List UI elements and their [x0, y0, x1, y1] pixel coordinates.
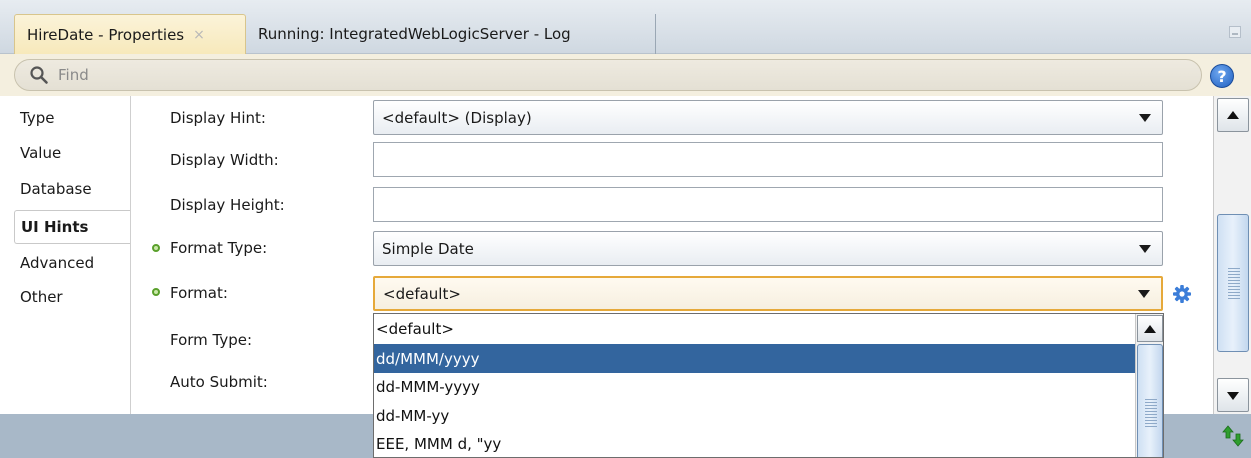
format-type-select[interactable]: Simple Date [373, 231, 1163, 266]
format-value: <default> [383, 284, 461, 303]
display-height-label: Display Height: [170, 196, 285, 214]
dropdown-scroll-thumb[interactable] [1137, 344, 1163, 457]
dropdown-option[interactable]: EEE, MMM d, "yy [374, 429, 1136, 457]
display-width-label: Display Width: [170, 151, 279, 169]
sync-arrows-icon[interactable] [1221, 424, 1245, 448]
chevron-down-icon[interactable] [1139, 113, 1151, 122]
display-hint-select[interactable]: <default> (Display) [373, 100, 1163, 135]
tab-label: Running: IntegratedWebLogicServer - Log [258, 25, 571, 43]
category-value[interactable]: Value [8, 136, 61, 170]
modified-indicator-icon [152, 288, 160, 296]
display-width-field[interactable] [373, 142, 1163, 177]
find-bar: Find ? [0, 54, 1251, 96]
chevron-down-icon[interactable] [1139, 244, 1151, 253]
display-hint-label: Display Hint: [170, 109, 266, 127]
find-placeholder: Find [58, 66, 89, 84]
form-type-label: Form Type: [170, 331, 253, 349]
find-input[interactable]: Find [14, 59, 1202, 91]
chevron-down-icon[interactable] [1138, 289, 1150, 298]
search-icon [30, 66, 48, 84]
tab-close-icon[interactable]: × [193, 27, 205, 43]
auto-submit-label: Auto Submit: [170, 373, 268, 391]
properties-scrollbar[interactable] [1213, 96, 1251, 414]
category-other[interactable]: Other [8, 280, 63, 314]
category-database[interactable]: Database [8, 172, 92, 206]
tab-hiredate-properties[interactable]: HireDate - Properties × [14, 14, 246, 54]
format-type-value: Simple Date [382, 239, 474, 258]
category-list: Type Value Database UI Hints Advanced Ot… [0, 96, 130, 414]
category-ui-hints[interactable]: UI Hints [14, 210, 130, 244]
display-hint-value: <default> (Display) [382, 108, 532, 127]
scroll-up-button[interactable] [1217, 98, 1249, 132]
modified-indicator-icon [152, 244, 160, 252]
scroll-down-button[interactable] [1217, 378, 1249, 412]
category-advanced[interactable]: Advanced [8, 246, 94, 280]
dropdown-option-selected[interactable]: dd/MMM/yyyy [374, 344, 1136, 373]
scroll-thumb[interactable] [1217, 214, 1249, 352]
format-combobox[interactable]: <default> [373, 276, 1163, 311]
format-dropdown-list[interactable]: <default> dd/MMM/yyyy dd-MMM-yyyy dd-MM-… [373, 313, 1164, 458]
help-icon[interactable]: ? [1210, 64, 1234, 88]
tab-label: HireDate - Properties [27, 25, 185, 44]
dropdown-option[interactable]: dd-MM-yy [374, 401, 1136, 430]
editor-tab-bar: HireDate - Properties × Running: Integra… [0, 0, 1251, 54]
dropdown-option[interactable]: dd-MMM-yyyy [374, 372, 1136, 401]
dropdown-scrollbar[interactable] [1135, 314, 1163, 457]
format-label: Format: [170, 284, 228, 302]
tab-server-log[interactable]: Running: IntegratedWebLogicServer - Log [258, 14, 656, 54]
format-type-label: Format Type: [170, 239, 268, 257]
display-height-field[interactable] [373, 187, 1163, 222]
minimize-icon[interactable] [1229, 26, 1241, 38]
category-type[interactable]: Type [8, 101, 54, 135]
panel-divider [130, 96, 131, 414]
gear-icon[interactable] [1172, 284, 1192, 304]
dropdown-option[interactable]: <default> [374, 314, 1136, 343]
dropdown-scroll-up-button[interactable] [1137, 315, 1163, 342]
